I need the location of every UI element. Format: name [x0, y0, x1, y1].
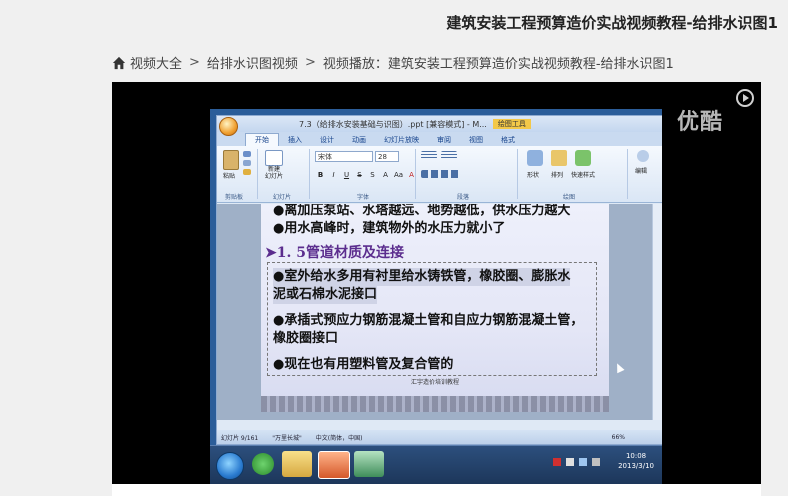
tab-home: 开始 — [245, 133, 279, 146]
tab-view: 视图 — [469, 136, 483, 144]
paste-label: 粘贴 — [223, 173, 236, 180]
youku-logo-icon — [736, 89, 754, 107]
find-icon — [637, 150, 649, 162]
slide-decoration — [261, 396, 609, 412]
slide-line-3: ●室外给水多用有衬里给水铸铁管，橡胶圈、膨胀水 — [273, 268, 571, 286]
tab-design: 设计 — [320, 136, 334, 144]
video-player[interactable]: 7.3（给排水安装基础与识图）.ppt [兼容模式] - M... 绘图工具 开… — [112, 82, 761, 485]
start-button-icon — [216, 452, 244, 480]
slide-count: 幻灯片 9/161 — [221, 434, 259, 442]
ppt-title-bar: 7.3（给排水安装基础与识图）.ppt [兼容模式] - M... 绘图工具 — [217, 116, 662, 136]
font-size-field: 28 — [375, 151, 399, 162]
edit-label: 编辑 — [635, 168, 648, 175]
new-slide-label: 新建 幻灯片 — [264, 166, 283, 180]
quick-styles-icon — [575, 150, 591, 166]
bold-icon: B — [317, 171, 324, 179]
tray-icon — [566, 458, 574, 466]
slide-scrollbar — [652, 204, 662, 420]
slide-heading: ➤1. 5管道材质及连接 — [265, 245, 404, 261]
breadcrumb-link-category[interactable]: 给排水识图视频 — [207, 53, 298, 72]
strikethrough-icon: S — [357, 171, 362, 179]
tray-icon — [553, 458, 561, 466]
format-painter-icon — [243, 169, 251, 175]
ribbon-tabs: 开始 插入 设计 动画 幻灯片放映 审阅 视图 格式 — [217, 132, 662, 146]
breadcrumb-separator: > — [189, 55, 200, 70]
group-label-slides: 幻灯片 — [273, 194, 292, 201]
group-separator — [415, 149, 416, 199]
breadcrumb-link-videos[interactable]: 视频大全 — [130, 53, 182, 72]
numbering-icon — [441, 151, 457, 159]
shadow-icon: S — [370, 171, 375, 179]
arrange-label: 排列 — [551, 172, 564, 179]
tab-slideshow: 幻灯片放映 — [384, 136, 419, 144]
change-case-icon: Aa — [393, 171, 404, 179]
group-label-font: 字体 — [357, 194, 370, 201]
player-bottom-bar — [112, 484, 761, 496]
tab-insert: 插入 — [288, 136, 302, 144]
language: 中文(简体，中国) — [315, 434, 363, 442]
group-separator — [309, 149, 310, 199]
group-separator — [627, 149, 628, 199]
slide-line-2: ●用水高峰时，建筑物外的水压力就小了 — [273, 221, 506, 236]
group-separator — [257, 149, 258, 199]
slide-footer: 汇宇造价培训教程 — [411, 379, 460, 386]
italic-icon: I — [332, 171, 335, 179]
home-icon[interactable] — [112, 56, 126, 70]
theme-name: "万里长城" — [272, 434, 302, 442]
volume-icon — [592, 458, 600, 466]
slide-line-5: ●承插式预应力钢筋混凝土管和自应力钢筋混凝土管， — [273, 313, 584, 328]
slide: ●离加压泵站、水塔越远、地势越低，供水压力越大 ●用水高峰时，建筑物外的水压力就… — [261, 204, 609, 412]
zoom-level: 66% — [611, 433, 625, 441]
tab-format: 格式 — [501, 136, 515, 144]
video-frame[interactable]: 7.3（给排水安装基础与识图）.ppt [兼容模式] - M... 绘图工具 开… — [210, 109, 662, 485]
browser-icon — [252, 453, 274, 475]
youku-watermark: 优酷 — [676, 110, 723, 135]
drawing-tools-label: 绘图工具 — [492, 119, 531, 129]
clock-date: 2013/3/10 — [618, 462, 654, 470]
new-slide-icon — [265, 150, 283, 166]
network-icon — [579, 458, 587, 466]
cut-icon — [243, 151, 251, 157]
powerpoint-window: 7.3（给排水安装基础与识图）.ppt [兼容模式] - M... 绘图工具 开… — [216, 115, 662, 445]
system-tray — [553, 458, 600, 466]
group-label-paragraph: 段落 — [457, 194, 470, 201]
align-icon — [421, 170, 461, 178]
copy-icon — [243, 160, 251, 166]
windows-taskbar: 10:08 2013/3/10 — [210, 445, 662, 485]
font-name-field: 宋体 — [315, 151, 373, 162]
breadcrumb: 视频大全 > 给排水识图视频 > 视频播放：建筑安装工程预算造价实战视频教程-给… — [112, 53, 674, 72]
tab-animation: 动画 — [352, 136, 366, 144]
clock: 10:08 2013/3/10 — [618, 451, 654, 471]
shape-label: 形状 — [527, 172, 540, 179]
clock-time: 10:08 — [625, 452, 647, 460]
slide-line-4: 泥或石棉水泥接口 — [273, 286, 378, 304]
explorer-icon — [282, 451, 312, 477]
quick-styles-label: 快速样式 — [571, 172, 596, 179]
paste-icon — [223, 150, 239, 170]
slide-line-1: ●离加压泵站、水塔越远、地势越低，供水压力越大 — [273, 204, 571, 218]
slide-line-7: ●现在也有用塑料管及复合管的 — [273, 357, 454, 372]
group-label-drawing: 绘图 — [563, 194, 576, 201]
breadcrumb-current: 视频播放：建筑安装工程预算造价实战视频教程-给排水识图1 — [322, 57, 674, 72]
tab-review: 审阅 — [437, 136, 451, 144]
app-icon — [354, 451, 384, 477]
group-label-clipboard: 剪贴板 — [225, 194, 244, 201]
slide-pane: ●离加压泵站、水塔越远、地势越低，供水压力越大 ●用水高峰时，建筑物外的水压力就… — [217, 204, 662, 420]
slide-line-6: 橡胶圈接口 — [273, 331, 339, 346]
arrange-icon — [551, 150, 567, 166]
bullets-icon — [421, 151, 437, 159]
underline-icon: U — [343, 171, 350, 179]
ppt-document-title: 7.3（给排水安装基础与识图）.ppt [兼容模式] - M... — [299, 119, 487, 129]
page-title: 建筑安装工程预算造价实战视频教程-给排水识图1 — [446, 14, 778, 32]
office-button-icon — [219, 117, 238, 136]
shapes-icon — [527, 150, 543, 166]
ppt-status-bar: 幻灯片 9/161 "万里长城" 中文(简体，中国) 66% — [217, 430, 662, 444]
spacing-icon: A — [383, 171, 388, 179]
powerpoint-icon — [318, 451, 350, 479]
ribbon: 粘贴 新建 幻灯片 宋体 28 B I U S S A Aa A 形状 排列 快… — [217, 146, 662, 203]
font-format-row: B I U S S A Aa A — [315, 170, 417, 181]
breadcrumb-separator: > — [304, 55, 316, 70]
group-separator — [517, 149, 518, 199]
